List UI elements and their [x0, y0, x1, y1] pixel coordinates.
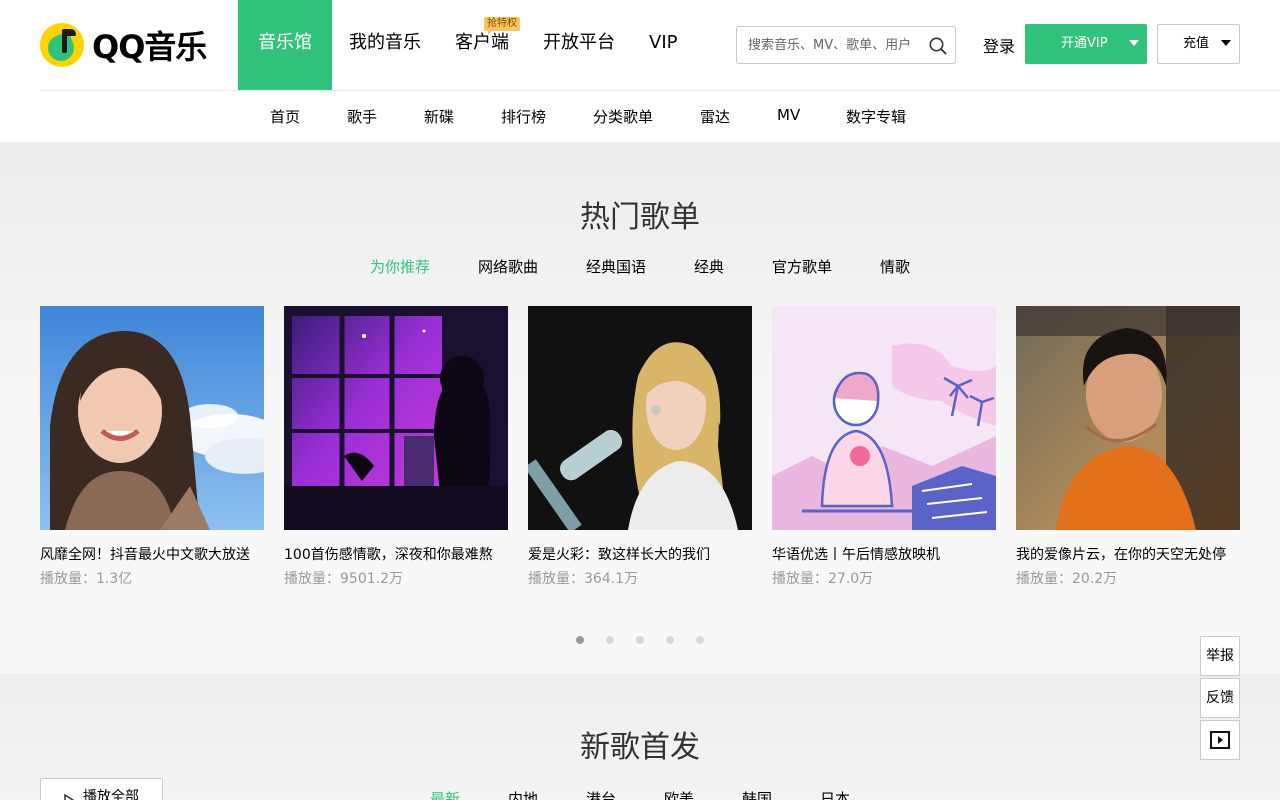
playlist-card[interactable]: 100首伤感情歌，深夜和你最难熬 播放量：9501.2万 [284, 306, 508, 588]
search-box [736, 26, 956, 64]
playlist-cover[interactable] [528, 306, 752, 530]
hot-playlists-tabs: 为你推荐 网络歌曲 经典国语 经典 官方歌单 情歌 [0, 256, 1280, 280]
playlist-play-count: 播放量：364.1万 [528, 571, 639, 587]
new-songs-tabs: 最新 内地 港台 欧美 韩国 日本 [0, 788, 1280, 800]
logo-icon [40, 23, 84, 67]
playlist-name[interactable]: 我的爱像片云，在你的天空无处停 [1016, 544, 1240, 564]
carousel-dot[interactable] [696, 636, 704, 644]
qq-music-logo[interactable]: QQ音乐 [40, 22, 210, 68]
sub-nav-playlists[interactable]: 分类歌单 [593, 106, 653, 127]
playlist-card[interactable]: 华语优选丨午后情感放映机 播放量：27.0万 [772, 306, 996, 588]
sub-nav-singers[interactable]: 歌手 [347, 106, 377, 127]
playlist-card[interactable]: 风靡全网！抖音最火中文歌大放送 播放量：1.3亿 [40, 306, 264, 588]
chevron-down-icon[interactable] [1129, 40, 1139, 51]
carousel-pagination [0, 636, 1280, 644]
tab-mainland[interactable]: 内地 [508, 788, 538, 800]
header: QQ音乐 音乐馆 我的音乐 客户端 抢特权 开放平台 VIP 登录 开通VIP … [0, 0, 1280, 90]
main-nav-my-music[interactable]: 我的音乐 [332, 0, 438, 90]
playlist-cover[interactable] [1016, 306, 1240, 530]
main-nav-client[interactable]: 客户端 抢特权 [438, 0, 526, 90]
recharge-label: 充值 [1183, 36, 1210, 51]
login-link[interactable]: 登录 [983, 33, 1015, 57]
playlist-play-count: 播放量：1.3亿 [40, 571, 133, 587]
video-play-icon [1210, 731, 1230, 753]
playlist-cover[interactable] [772, 306, 996, 530]
chevron-down-icon[interactable] [1221, 40, 1231, 51]
playlist-name[interactable]: 风靡全网！抖音最火中文歌大放送 [40, 544, 264, 564]
open-vip-label: 开通VIP [1061, 36, 1108, 51]
playlist-cover[interactable] [284, 306, 508, 530]
tab-korea[interactable]: 韩国 [742, 788, 772, 800]
tab-love-songs[interactable]: 情歌 [880, 256, 910, 277]
playlist-card[interactable]: 我的爱像片云，在你的天空无处停 播放量：20.2万 [1016, 306, 1240, 588]
tab-classic-mandarin[interactable]: 经典国语 [586, 256, 646, 277]
sub-nav-charts[interactable]: 排行榜 [501, 106, 546, 127]
sub-nav-new-albums[interactable]: 新碟 [424, 106, 454, 127]
new-songs-section: 新歌首发 播放全部 最新 内地 港台 欧美 韩国 日本 [0, 674, 1280, 800]
tab-japan[interactable]: 日本 [820, 788, 850, 800]
recharge-button[interactable]: 充值 [1157, 24, 1240, 64]
open-vip-button[interactable]: 开通VIP [1025, 24, 1147, 64]
sub-nav: 首页 歌手 新碟 排行榜 分类歌单 雷达 MV 数字专辑 [0, 91, 1280, 142]
report-button[interactable]: 举报 [1200, 636, 1240, 676]
sub-nav-mv[interactable]: MV [777, 106, 800, 124]
tab-internet-songs[interactable]: 网络歌曲 [478, 256, 538, 277]
tab-classic[interactable]: 经典 [694, 256, 724, 277]
tab-western[interactable]: 欧美 [664, 788, 694, 800]
main-nav-vip[interactable]: VIP [632, 0, 694, 90]
carousel-dot[interactable] [636, 636, 644, 644]
sub-nav-digital-albums[interactable]: 数字专辑 [846, 106, 906, 127]
carousel-dot[interactable] [576, 636, 584, 644]
playlist-play-count: 播放量：9501.2万 [284, 571, 403, 587]
sub-nav-home[interactable]: 首页 [270, 106, 300, 127]
tab-hk-tw[interactable]: 港台 [586, 788, 616, 800]
main-nav: 音乐馆 我的音乐 客户端 抢特权 开放平台 VIP [238, 0, 694, 90]
tab-official-playlists[interactable]: 官方歌单 [772, 256, 832, 277]
carousel-dot[interactable] [606, 636, 614, 644]
privilege-badge: 抢特权 [484, 17, 520, 35]
feedback-button[interactable]: 反馈 [1200, 678, 1240, 718]
carousel-dot[interactable] [666, 636, 674, 644]
main-nav-client-label: 客户端 [455, 32, 509, 53]
playlist-name[interactable]: 100首伤感情歌，深夜和你最难熬 [284, 544, 508, 564]
search-icon[interactable] [929, 37, 947, 55]
hot-playlists-title: 热门歌单 [580, 200, 700, 235]
logo-text: QQ音乐 [92, 28, 207, 66]
playlist-name[interactable]: 爱是火彩：致这样长大的我们 [528, 544, 752, 564]
playlist-name[interactable]: 华语优选丨午后情感放映机 [772, 544, 996, 564]
main-nav-music-hall[interactable]: 音乐馆 [238, 0, 332, 90]
tab-recommended[interactable]: 为你推荐 [370, 256, 430, 277]
tab-latest[interactable]: 最新 [430, 788, 460, 800]
playlist-card[interactable]: 爱是火彩：致这样长大的我们 播放量：364.1万 [528, 306, 752, 588]
search-input[interactable] [737, 27, 917, 63]
playlist-cover[interactable] [40, 306, 264, 530]
sub-nav-radar[interactable]: 雷达 [700, 106, 730, 127]
hot-playlists-section: 热门歌单 为你推荐 网络歌曲 经典国语 经典 官方歌单 情歌 风靡全网！抖音最火… [0, 142, 1280, 674]
main-nav-open-platform[interactable]: 开放平台 [526, 0, 632, 90]
playlist-play-count: 播放量：20.2万 [1016, 571, 1118, 587]
video-button[interactable] [1200, 720, 1240, 760]
playlist-play-count: 播放量：27.0万 [772, 571, 874, 587]
new-songs-title: 新歌首发 [580, 730, 700, 765]
